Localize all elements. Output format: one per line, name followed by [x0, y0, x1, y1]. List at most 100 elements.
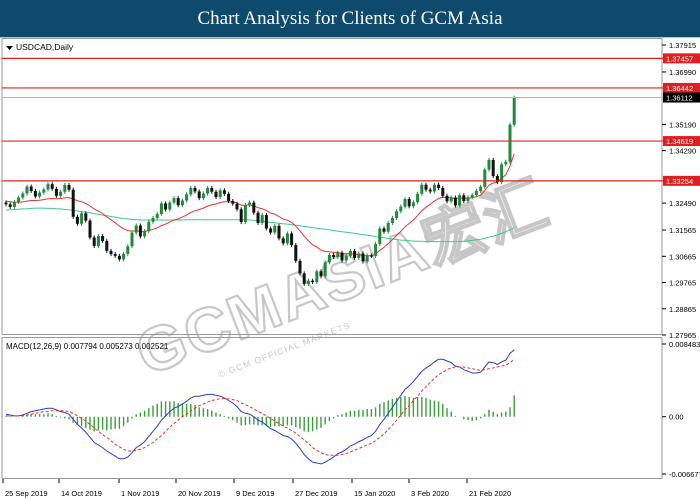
candle-body — [264, 215, 268, 229]
candle-body — [25, 186, 29, 194]
candle-body — [504, 161, 508, 165]
candle-body — [101, 236, 105, 242]
price-tick-label: 1.31565 — [669, 226, 696, 235]
candle-body — [122, 253, 126, 260]
candle-body — [147, 221, 151, 232]
candle-body — [168, 202, 172, 210]
candle-body — [458, 195, 462, 206]
candle-body — [46, 184, 50, 190]
candle — [256, 210, 260, 225]
chart-window[interactable]: GCMASIA宏汇 © GCM OFFICIAL MARKETS USDCAD,… — [0, 37, 700, 500]
candle-body — [113, 254, 117, 256]
candle-body — [416, 193, 420, 203]
candle-body — [407, 199, 411, 207]
time-tick-label: 25 Sep 2019 — [5, 489, 48, 498]
candle-body — [474, 190, 478, 195]
candle-body — [210, 187, 214, 192]
candle-body — [96, 236, 100, 246]
candle-body — [453, 197, 457, 206]
candle-body — [302, 273, 306, 284]
candle-body — [252, 202, 256, 213]
candle — [130, 230, 134, 249]
candle-body — [67, 185, 71, 190]
candle-body — [386, 222, 390, 232]
candle-body — [361, 253, 365, 262]
candle-body — [33, 190, 37, 197]
candle-body — [395, 211, 399, 218]
candle-body — [71, 189, 75, 217]
candle-body — [138, 225, 142, 237]
time-axis: 25 Sep 2019 14 Oct 2019 1 Nov 2019 20 Nov 2… — [2, 479, 511, 498]
macd-tick-label: -0.006677 — [669, 470, 700, 479]
candle-body — [365, 255, 369, 262]
candle-body — [281, 238, 285, 244]
candle-body — [449, 197, 453, 202]
candle — [512, 95, 516, 127]
candle-body — [201, 193, 205, 199]
candle-body — [197, 191, 201, 199]
candle-body — [332, 254, 336, 258]
candle-body — [508, 124, 512, 162]
candle-body — [353, 250, 357, 258]
candle-body — [109, 250, 113, 255]
candle-body — [512, 97, 516, 125]
candle — [138, 223, 142, 239]
candle — [323, 260, 327, 279]
time-tick-label: 15 Jan 2020 — [354, 489, 395, 498]
candle-body — [134, 225, 138, 233]
candle-body — [222, 190, 226, 194]
instrument-header[interactable]: USDCAD,Daily — [6, 42, 74, 52]
candle-body — [441, 187, 445, 196]
candle-body — [248, 202, 252, 206]
candle-body — [491, 159, 495, 177]
candle-body — [369, 255, 373, 257]
candle-body — [80, 213, 84, 224]
candle-body — [403, 199, 407, 207]
candle-body — [21, 193, 25, 198]
candle — [88, 218, 92, 240]
candle-body — [470, 194, 474, 198]
candle-body — [260, 215, 264, 223]
candle-body — [243, 205, 247, 223]
candle-body — [277, 225, 281, 239]
candle — [243, 203, 247, 225]
candle-body — [500, 164, 504, 183]
candle-body — [75, 216, 79, 224]
candle-body — [348, 250, 352, 256]
candle-body — [117, 255, 121, 260]
instrument-label: USDCAD,Daily — [16, 42, 74, 52]
candle-body — [172, 198, 176, 203]
candle — [491, 157, 495, 179]
level-tag-label: 1.33254 — [666, 177, 693, 186]
level-tag-label: 1.36442 — [666, 84, 693, 93]
candle-body — [214, 191, 218, 197]
candle-body — [88, 220, 92, 238]
candle — [277, 223, 281, 241]
candle-body — [298, 260, 302, 274]
candle-body — [159, 203, 163, 214]
candle-body — [29, 186, 33, 191]
price-tick-label: 1.27965 — [669, 331, 696, 340]
price-tick-label: 1.29765 — [669, 279, 696, 288]
candle-body — [4, 202, 8, 205]
candle-body — [273, 225, 277, 233]
candle — [487, 157, 491, 172]
candle-body — [206, 187, 210, 194]
candle — [298, 258, 302, 276]
macd-pane[interactable] — [1, 337, 663, 479]
candle — [315, 269, 319, 285]
candle — [159, 201, 163, 216]
price-tick-label: 1.28865 — [669, 305, 696, 314]
candle-body — [59, 191, 63, 196]
candle — [302, 271, 306, 286]
price-tick-label: 1.35190 — [669, 120, 696, 129]
candle-body — [437, 184, 441, 188]
candle-body — [315, 271, 319, 283]
chart-canvas[interactable]: GCMASIA宏汇 © GCM OFFICIAL MARKETS USDCAD,… — [0, 38, 700, 500]
price-tick-label: 1.30665 — [669, 252, 696, 261]
time-tick-label: 14 Oct 2019 — [61, 489, 102, 498]
candle — [105, 238, 109, 253]
candle-body — [269, 228, 273, 233]
candle-body — [420, 184, 424, 194]
candle-body — [378, 228, 382, 244]
